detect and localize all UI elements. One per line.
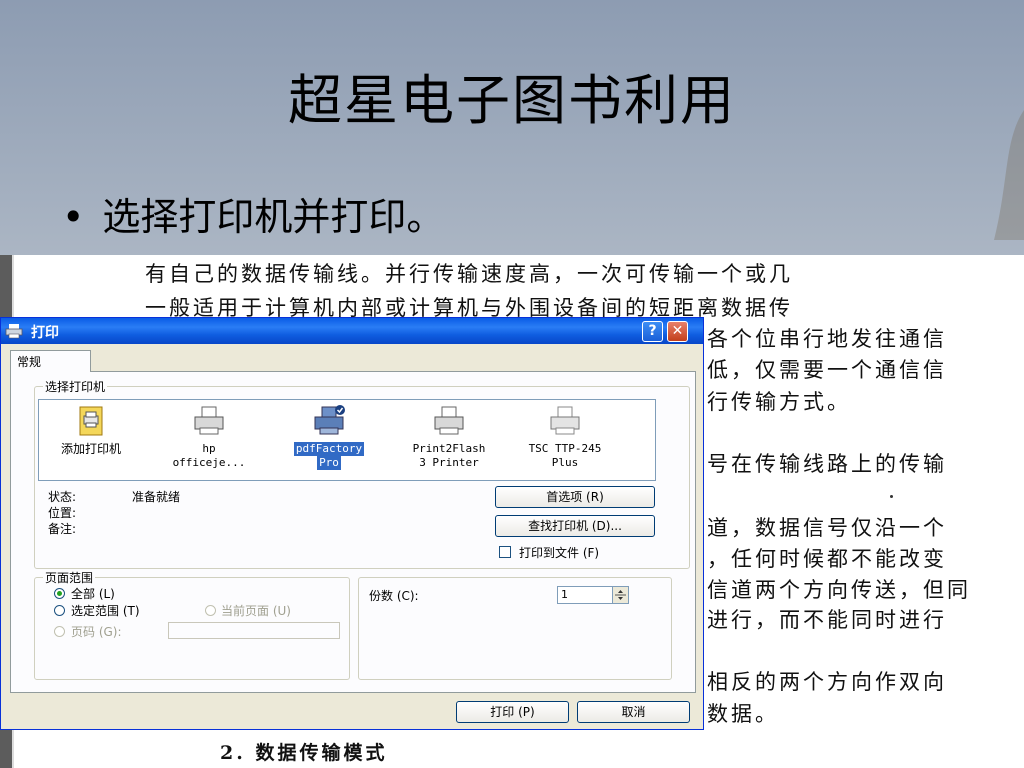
printer-item-pdffactory[interactable]: pdfFactory Pro bbox=[281, 404, 377, 470]
close-button[interactable]: ✕ bbox=[667, 321, 688, 342]
decorative-leaf-image bbox=[994, 110, 1024, 240]
range-pages-label: 页码 (G): bbox=[71, 625, 122, 639]
status-label: 状态: bbox=[48, 490, 77, 504]
printer-name: pdfFactory bbox=[293, 442, 365, 456]
dialog-title: 打印 bbox=[31, 325, 59, 341]
bullet-text: 选择打印机并打印。 bbox=[102, 195, 445, 239]
doc-line: 进行，而不能同时进行 bbox=[707, 608, 947, 632]
preferences-button[interactable]: 首选项 (R) bbox=[495, 486, 655, 508]
printer-item-hp[interactable]: hp officeje... bbox=[161, 404, 257, 470]
location-label: 位置: bbox=[48, 506, 77, 520]
print-to-file-label: 打印到文件 (F) bbox=[519, 546, 600, 560]
dialog-titlebar[interactable]: 打印 ? ✕ bbox=[1, 318, 703, 344]
print-dialog: 打印 ? ✕ 常规 选择打印机 添加打印机 hp officeje... pdf… bbox=[0, 317, 704, 730]
slide-title: 超星电子图书利用 bbox=[288, 69, 736, 132]
printer-name: hp bbox=[202, 442, 216, 455]
page-range-group-label: 页面范围 bbox=[43, 569, 96, 586]
copies-label: 份数 (C): bbox=[369, 589, 419, 603]
spinner-arrows-icon bbox=[615, 590, 626, 600]
tab-general[interactable]: 常规 bbox=[10, 350, 91, 372]
printer-icon bbox=[5, 324, 23, 339]
printer-name-line2: 3 Printer bbox=[419, 456, 479, 469]
printer-name-line2: officeje... bbox=[172, 456, 246, 469]
range-current-radio[interactable] bbox=[205, 605, 216, 616]
print-button[interactable]: 打印 (P) bbox=[456, 701, 569, 723]
doc-line: 行传输方式。 bbox=[707, 390, 851, 414]
doc-line: 道，数据信号仅沿一个 bbox=[707, 516, 947, 540]
doc-line: ，任何时候都不能改变 bbox=[707, 547, 947, 571]
doc-line: 数据。 bbox=[707, 702, 779, 726]
printer-icon bbox=[550, 406, 580, 435]
range-current-label: 当前页面 (U) bbox=[221, 604, 291, 618]
printer-list[interactable]: 添加打印机 hp officeje... pdfFactory Pro Prin… bbox=[38, 399, 656, 481]
printer-name: Print2Flash bbox=[412, 442, 486, 455]
cancel-button[interactable]: 取消 bbox=[577, 701, 690, 723]
range-selection-label: 选定范围 (T) bbox=[71, 604, 140, 618]
select-printer-group-label: 选择打印机 bbox=[43, 378, 108, 395]
comment-label: 备注: bbox=[48, 522, 77, 536]
printer-default-icon bbox=[314, 405, 345, 435]
add-printer-icon bbox=[79, 406, 103, 436]
doc-line: 相反的两个方向作双向 bbox=[707, 670, 947, 694]
print-to-file-checkbox[interactable] bbox=[499, 546, 511, 558]
doc-line: 低，仅需要一个通信信 bbox=[707, 358, 947, 382]
range-selection-radio[interactable] bbox=[54, 605, 65, 616]
printer-item-tsc[interactable]: TSC TTP-245 Plus bbox=[517, 404, 613, 470]
printer-name-line2: Plus bbox=[551, 456, 579, 469]
copies-value: 1 bbox=[561, 588, 568, 601]
stray-dot bbox=[890, 495, 893, 498]
printer-icon bbox=[194, 406, 224, 435]
printer-item-add[interactable]: 添加打印机 bbox=[43, 404, 139, 456]
help-button[interactable]: ? bbox=[642, 321, 663, 342]
range-all-label: 全部 (L) bbox=[71, 587, 115, 601]
printer-item-print2flash[interactable]: Print2Flash 3 Printer bbox=[401, 404, 497, 470]
doc-line: 信道两个方向传送，但同 bbox=[707, 578, 971, 602]
find-printer-button[interactable]: 查找打印机 (D)... bbox=[495, 515, 655, 537]
page-numbers-input[interactable] bbox=[168, 622, 340, 639]
printer-icon bbox=[434, 406, 464, 435]
doc-line: 有自己的数据传输线。并行传输速度高，一次可传输一个或几 bbox=[145, 262, 793, 286]
bullet-item: • 选择打印机并打印。 bbox=[62, 186, 444, 241]
printer-name: TSC TTP-245 bbox=[528, 442, 602, 455]
doc-section-heading: 2. 数据传输模式 bbox=[220, 742, 388, 764]
printer-name: 添加打印机 bbox=[60, 442, 121, 456]
bullet-marker: • bbox=[62, 195, 85, 239]
printer-name-line2: Pro bbox=[317, 456, 341, 470]
copies-spinner[interactable] bbox=[612, 587, 628, 603]
range-all-radio[interactable] bbox=[54, 588, 65, 599]
status-value: 准备就绪 bbox=[132, 490, 181, 504]
range-pages-radio[interactable] bbox=[54, 626, 65, 637]
copies-input[interactable]: 1 bbox=[557, 586, 629, 604]
doc-line: 号在传输线路上的传输 bbox=[707, 452, 947, 476]
doc-line: 各个位串行地发往通信 bbox=[707, 327, 947, 351]
